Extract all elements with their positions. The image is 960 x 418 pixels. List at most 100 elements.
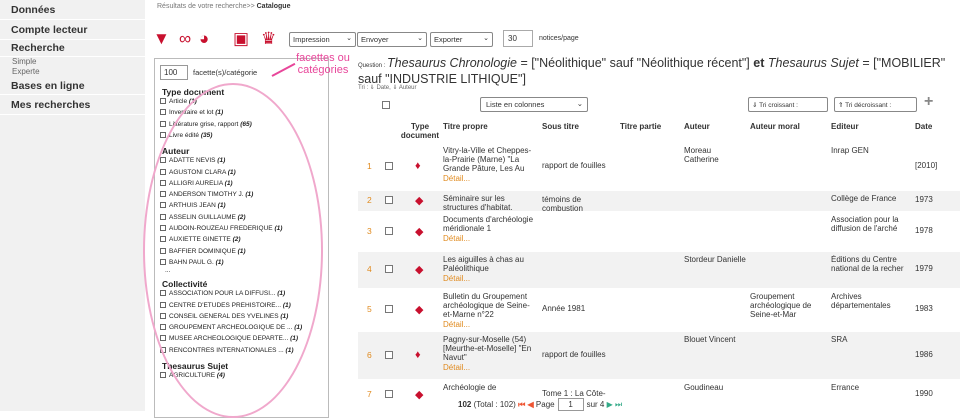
row-author[interactable]: Goudineau (684, 383, 746, 392)
nav-subitem[interactable]: Simple (0, 57, 145, 67)
table-row: 7 ◆ Archéologie de Tome 1 : La Côte- Goudine… (358, 380, 960, 410)
row-title-text[interactable]: Bulletin du Groupement archéologique de … (443, 292, 537, 319)
per-page-input[interactable]: 30 (503, 30, 533, 47)
annotation-label: facettes ou catégories (296, 52, 350, 76)
nav-item[interactable]: Compte lecteur (0, 20, 145, 40)
facet-count-input[interactable]: 100 (160, 65, 188, 80)
connect-icon[interactable]: ◕ (199, 30, 209, 47)
row-date: 1979 (915, 264, 933, 273)
row-number: 2 (367, 195, 372, 205)
award-icon: ♦ (415, 349, 421, 361)
nav-subitem[interactable]: Experte (0, 67, 145, 77)
row-detail-link[interactable]: Détail... (443, 174, 537, 183)
nav-item[interactable]: Bases en ligne (0, 77, 145, 95)
row-checkbox[interactable] (385, 162, 393, 170)
select-all-checkbox[interactable] (382, 101, 390, 109)
col-titre-partie[interactable]: Titre partie (620, 122, 661, 131)
list-mode-select[interactable]: Liste en colonnes ⌄ (480, 97, 588, 112)
row-title[interactable]: Les aiguilles à chas au Paléolithique Dét… (443, 255, 537, 283)
envoyer-label: Envoyer (361, 35, 389, 44)
row-date: [2010] (915, 161, 938, 170)
sort-ascending-select[interactable]: ⇓ Tri croissant : (748, 97, 828, 112)
row-title[interactable]: Vitry-la-Ville et Cheppes-la-Prairie (Ma… (443, 146, 537, 183)
col-auteur[interactable]: Auteur (684, 122, 710, 131)
row-detail-link[interactable]: Détail... (443, 320, 537, 329)
sort-descending-select[interactable]: ⇑ Tri décroissant : (834, 97, 917, 112)
nav-item[interactable]: Données (0, 0, 145, 20)
row-checkbox[interactable] (385, 265, 393, 273)
col-editeur[interactable]: Editeur (831, 122, 859, 131)
row-detail-link[interactable]: Détail... (443, 274, 537, 283)
row-checkbox[interactable] (385, 351, 393, 359)
row-number: 7 (367, 389, 372, 399)
glasses-icon[interactable]: ∞ (179, 30, 191, 47)
row-publisher: Association pour la diffusion de l'arché (831, 215, 899, 233)
first-page-icon[interactable]: ⏮ (518, 400, 525, 409)
book-icon: ◆ (415, 389, 424, 401)
next-page-icon[interactable]: ▶ (607, 400, 613, 409)
facet-checkbox[interactable] (160, 131, 166, 138)
save-icon[interactable]: ▣ (233, 30, 249, 47)
chevron-down-icon: ⌄ (346, 35, 352, 42)
breadcrumb-current[interactable]: Catalogue (257, 3, 291, 10)
col-auteur-moral[interactable]: Auteur moral (750, 122, 800, 131)
row-title[interactable]: Documents d'archéologie méridionale 1 Dét… (443, 215, 537, 243)
col-titre[interactable]: Titre propre (443, 122, 488, 131)
facet-checkbox[interactable] (160, 109, 166, 116)
add-sort-icon[interactable]: + (924, 93, 933, 111)
row-detail-link[interactable]: Détail... (443, 363, 537, 372)
row-title-text[interactable]: Documents d'archéologie méridionale 1 (443, 215, 537, 233)
row-title[interactable]: Séminaire sur les structures d'habitat. (443, 194, 537, 212)
exporter-select[interactable]: Exporter ⌄ (430, 32, 493, 47)
envoyer-select[interactable]: Envoyer ⌄ (357, 32, 427, 47)
row-corporate-author: Groupement archéologique de Seine-et-Mar (750, 292, 812, 319)
row-author[interactable]: Moreau Catherine (684, 146, 746, 164)
facet-item-label: Article (169, 98, 188, 105)
page-input[interactable]: 1 (557, 398, 584, 411)
row-title[interactable]: Archéologie de (443, 383, 537, 392)
pager-total-label: (Total : 102) (473, 400, 516, 409)
filter-icon[interactable]: ▼ (153, 30, 170, 47)
toolbar: ▼ ∞ ◕ ▣ ♛ Impression ⌄ Envoyer ⌄ Exporter ⌄… (153, 26, 613, 50)
prev-page-icon[interactable]: ◀ (528, 400, 534, 409)
nav-item[interactable]: Mes recherches (0, 95, 145, 115)
col-type[interactable]: Type document (400, 122, 440, 140)
row-number: 4 (367, 264, 372, 274)
impression-select[interactable]: Impression ⌄ (289, 32, 356, 47)
row-checkbox[interactable] (385, 196, 393, 204)
row-checkbox[interactable] (385, 227, 393, 235)
book-icon: ◆ (415, 195, 424, 207)
table-row: 1 ♦ Vitry-la-Ville et Cheppes-la-Prairie (… (358, 143, 960, 190)
table-row: 5 ◆ Bulletin du Groupement archéologique d… (358, 289, 960, 331)
pager-of: sur 4 (586, 400, 605, 409)
row-title-text[interactable]: Pagny-sur-Moselle (54) [Meurthe-et-Mosel… (443, 335, 537, 362)
row-title-text[interactable]: Vitry-la-Ville et Cheppes-la-Prairie (Ma… (443, 146, 537, 173)
row-checkbox[interactable] (385, 390, 393, 398)
facet-checkbox[interactable] (160, 98, 166, 104)
row-author[interactable]: Stordeur Danielle (684, 255, 746, 264)
pager-page-label: Page (535, 400, 555, 409)
col-sous-titre[interactable]: Sous titre (542, 122, 579, 131)
facet-count-label: facette(s)/catégorie (193, 68, 258, 77)
row-detail-link[interactable]: Détail... (443, 234, 537, 243)
row-number: 3 (367, 226, 372, 236)
col-date[interactable]: Date (915, 122, 932, 131)
row-subtitle: rapport de fouilles (542, 350, 606, 359)
row-title-text[interactable]: Séminaire sur les structures d'habitat. (443, 194, 537, 212)
row-title[interactable]: Bulletin du Groupement archéologique de … (443, 292, 537, 329)
row-author[interactable]: Blouet Vincent (684, 335, 746, 344)
row-checkbox[interactable] (385, 305, 393, 313)
row-date: 1986 (915, 350, 933, 359)
basket-icon[interactable]: ♛ (261, 30, 276, 47)
row-title[interactable]: Pagny-sur-Moselle (54) [Meurthe-et-Mosel… (443, 335, 537, 372)
row-publisher: Collège de France (831, 194, 897, 203)
last-page-icon[interactable]: ⏭ (615, 400, 622, 409)
row-title-text[interactable]: Les aiguilles à chas au Paléolithique (443, 255, 537, 273)
row-title-text[interactable]: Archéologie de (443, 383, 537, 392)
facet-checkbox[interactable] (160, 120, 166, 127)
row-subtitle: rapport de fouilles (542, 161, 606, 170)
table-row: 6 ♦ Pagny-sur-Moselle (54) [Meurthe-et-Mos… (358, 332, 960, 379)
nav-item[interactable]: Recherche (0, 40, 145, 57)
row-subtitle: témoins de combustion (542, 195, 583, 213)
facet-checkbox[interactable] (160, 372, 166, 378)
